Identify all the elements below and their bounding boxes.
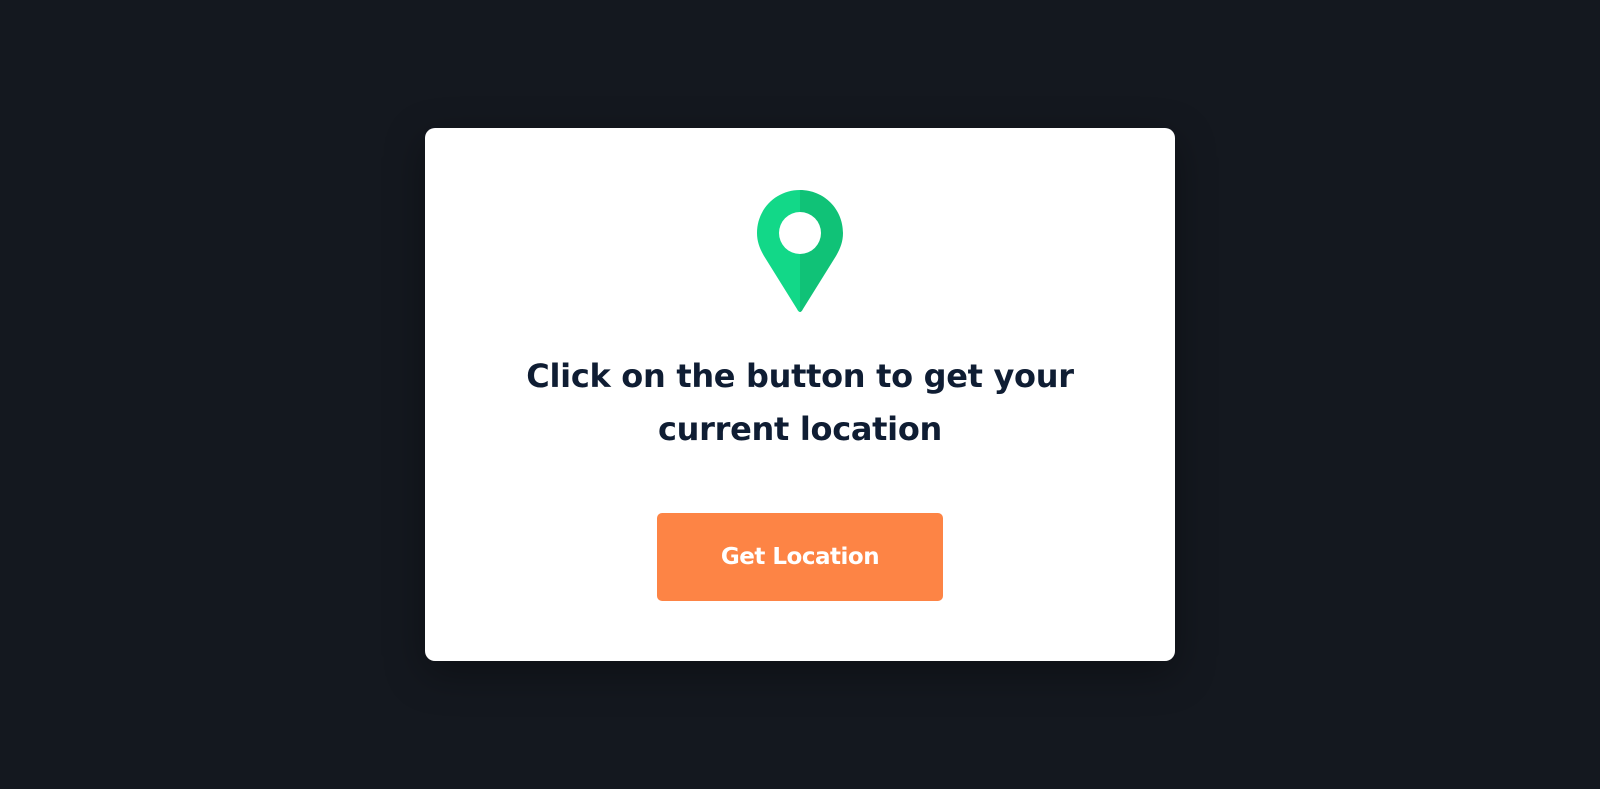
get-location-button[interactable]: Get Location bbox=[657, 513, 943, 601]
page-title: Click on the button to get your current … bbox=[425, 350, 1175, 456]
heading-line-1: Click on the button to get your bbox=[526, 357, 1074, 395]
map-pin-icon bbox=[757, 190, 843, 312]
page-background: Click on the button to get your current … bbox=[0, 0, 1600, 789]
heading-line-2: current location bbox=[658, 410, 942, 448]
location-card: Click on the button to get your current … bbox=[425, 128, 1175, 661]
